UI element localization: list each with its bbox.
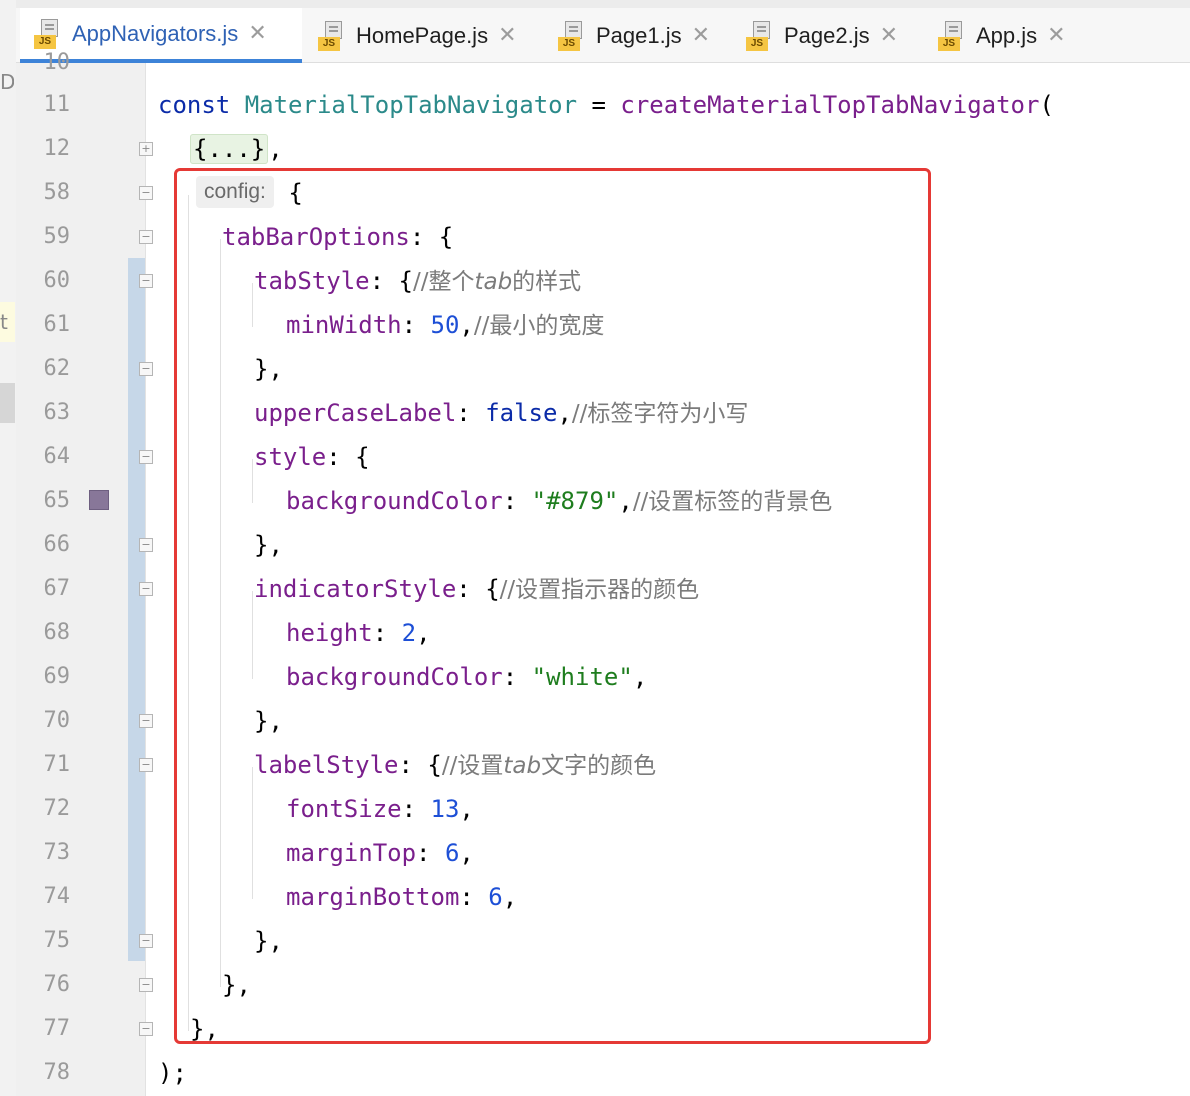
line-number: 64 <box>43 444 71 469</box>
line-number: 70 <box>43 708 71 733</box>
line-number: 76 <box>43 972 71 997</box>
line-number: 75 <box>43 928 71 953</box>
line-number: 60 <box>43 268 71 293</box>
color-swatch-icon[interactable] <box>89 490 109 510</box>
tab-label: AppNavigators.js <box>72 20 239 46</box>
left-tool-strip: D t <box>0 0 17 1096</box>
line-number: 71 <box>43 752 71 777</box>
line-number: 78 <box>43 1060 71 1085</box>
line-number: 63 <box>43 400 71 425</box>
line-number: 12 <box>43 136 71 161</box>
line-number: 72 <box>43 796 71 821</box>
folded-region[interactable]: {...} <box>190 134 269 164</box>
line-number: 77 <box>43 1016 71 1041</box>
js-file-icon: JS <box>558 20 586 51</box>
close-icon[interactable]: ✕ <box>1047 23 1065 48</box>
line-number-gutter[interactable]: 10 11 12 58 59 60 61 62 63 64 65 66 67 6… <box>16 50 153 1096</box>
line-number: 62 <box>43 356 71 381</box>
js-file-icon: JS <box>746 20 774 51</box>
js-file-icon: JS <box>938 20 966 51</box>
tab-label: Page2.js <box>784 22 870 48</box>
line-number: 65 <box>43 488 71 513</box>
tab-page1[interactable]: JS Page1.js ✕ <box>554 8 734 63</box>
line-number: 11 <box>43 92 71 117</box>
tab-label: Page1.js <box>596 22 682 48</box>
editor-tab-bar: JS AppNavigators.js ✕ JS HomePage.js ✕ J… <box>16 0 1190 63</box>
line-number: 74 <box>43 884 71 909</box>
line-number: 59 <box>43 224 71 249</box>
line-number: 61 <box>43 312 71 337</box>
code-line-11: const MaterialTopTabNavigator = createMa… <box>158 91 1054 119</box>
code-line-12: {...}, <box>190 127 283 171</box>
js-file-icon: JS <box>318 20 346 51</box>
annotation-highlight-box <box>174 168 931 1044</box>
line-number: 66 <box>43 532 71 557</box>
tab-label: HomePage.js <box>356 22 489 48</box>
truncated-text: D <box>0 70 14 94</box>
line-number: 58 <box>43 180 71 205</box>
line-number: 68 <box>43 620 71 645</box>
line-number: 69 <box>43 664 71 689</box>
selected-row <box>0 383 15 423</box>
close-icon[interactable]: ✕ <box>880 23 898 48</box>
close-icon[interactable]: ✕ <box>692 23 710 48</box>
close-icon[interactable]: ✕ <box>248 21 266 46</box>
tab-app[interactable]: JS App.js ✕ <box>934 8 1104 63</box>
line-number: 10 <box>43 50 71 75</box>
code-line-78: ); <box>158 1059 187 1087</box>
truncated-text: t <box>0 310 8 334</box>
tab-page2[interactable]: JS Page2.js ✕ <box>742 8 928 63</box>
close-icon[interactable]: ✕ <box>498 23 516 48</box>
tab-homepage[interactable]: JS HomePage.js ✕ <box>314 8 534 63</box>
tab-label: App.js <box>976 22 1038 48</box>
line-number: 67 <box>43 576 71 601</box>
line-number: 73 <box>43 840 71 865</box>
